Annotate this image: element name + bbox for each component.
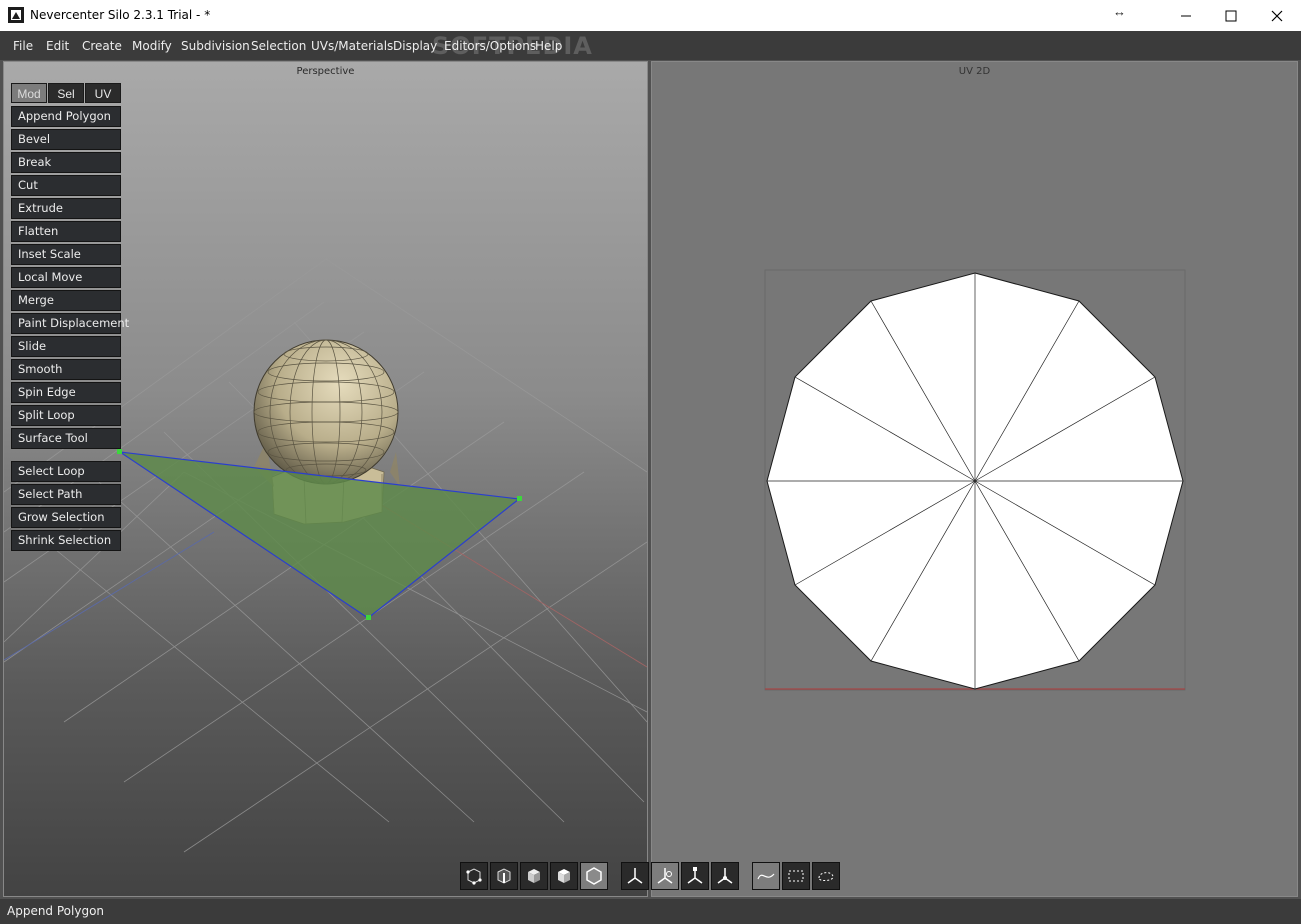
uv-polygon[interactable] xyxy=(766,272,1184,690)
rotate-manipulator-button[interactable] xyxy=(651,862,679,890)
menu-uvs-materials[interactable]: UVs/Materials xyxy=(311,39,393,53)
close-button[interactable] xyxy=(1254,0,1300,31)
tool-palette: Mod Sel UV Append Polygon Bevel Break Cu… xyxy=(11,83,129,553)
face-mode-button[interactable] xyxy=(520,862,548,890)
universal-manipulator-icon xyxy=(717,868,733,884)
lasso-select-button[interactable] xyxy=(812,862,840,890)
menu-edit[interactable]: Edit xyxy=(46,39,69,53)
auto-mode-button[interactable] xyxy=(580,862,608,890)
scale-manipulator-button[interactable] xyxy=(681,862,709,890)
menu-file[interactable]: File xyxy=(13,39,33,53)
app-logo-icon xyxy=(8,7,24,23)
vertex-mode-button[interactable] xyxy=(460,862,488,890)
rect-select-icon xyxy=(788,870,804,882)
watermark: SOFTPEDIA xyxy=(432,32,593,60)
menu-bar: File Edit Create Modify Subdivision Sele… xyxy=(0,31,1301,60)
maximize-button[interactable] xyxy=(1208,0,1254,31)
tool-paint-displacement[interactable]: Paint Displacement xyxy=(11,313,129,334)
rotate-manipulator-icon xyxy=(657,868,673,884)
tool-slide[interactable]: Slide xyxy=(11,336,121,357)
tab-sel[interactable]: Sel xyxy=(48,83,84,103)
tool-select-loop[interactable]: Select Loop xyxy=(11,461,121,482)
sphere-mesh xyxy=(253,339,399,485)
object-mode-icon xyxy=(558,869,570,883)
window-title: Nevercenter Silo 2.3.1 Trial - * xyxy=(30,8,211,22)
move-manipulator-button[interactable] xyxy=(621,862,649,890)
tool-merge[interactable]: Merge xyxy=(11,290,121,311)
perspective-viewport[interactable]: Perspective Mod Sel UV Append Polygon Be… xyxy=(3,61,648,897)
uv-canvas xyxy=(764,269,1186,691)
tool-append-polygon[interactable]: Append Polygon xyxy=(11,106,121,127)
tab-mod[interactable]: Mod xyxy=(11,83,47,103)
tool-smooth[interactable]: Smooth xyxy=(11,359,121,380)
palette-separator xyxy=(11,451,121,461)
lasso-select-icon xyxy=(818,872,834,881)
uv-viewport[interactable]: UV 2D xyxy=(651,61,1298,897)
universal-manipulator-button[interactable] xyxy=(711,862,739,890)
edge-mode-button[interactable] xyxy=(490,862,518,890)
tool-cut[interactable]: Cut xyxy=(11,175,121,196)
menu-subdivision[interactable]: Subdivision xyxy=(181,39,250,53)
title-bar: Nevercenter Silo 2.3.1 Trial - * ↔ xyxy=(0,0,1301,32)
tool-spin-edge[interactable]: Spin Edge xyxy=(11,382,121,403)
object-mode-button[interactable] xyxy=(550,862,578,890)
polygon-vertex-handle[interactable] xyxy=(517,496,522,501)
vertex-mode-icon xyxy=(466,868,482,885)
scale-manipulator-icon xyxy=(687,867,703,884)
tool-local-move[interactable]: Local Move xyxy=(11,267,121,288)
paint-select-button[interactable] xyxy=(752,862,780,890)
auto-mode-icon xyxy=(586,867,602,885)
move-manipulator-icon xyxy=(627,868,643,884)
menu-modify[interactable]: Modify xyxy=(132,39,172,53)
rect-select-button[interactable] xyxy=(782,862,810,890)
tool-bevel[interactable]: Bevel xyxy=(11,129,121,150)
menu-display[interactable]: Display xyxy=(393,39,437,53)
minimize-icon xyxy=(1181,15,1191,16)
minimize-button[interactable] xyxy=(1163,0,1209,31)
tool-break[interactable]: Break xyxy=(11,152,121,173)
tool-grow-selection[interactable]: Grow Selection xyxy=(11,507,121,528)
tool-inset-scale[interactable]: Inset Scale xyxy=(11,244,121,265)
tool-shrink-selection[interactable]: Shrink Selection xyxy=(11,530,121,551)
tool-select-path[interactable]: Select Path xyxy=(11,484,121,505)
menu-create[interactable]: Create xyxy=(82,39,122,53)
close-icon xyxy=(1271,10,1283,21)
tool-extrude[interactable]: Extrude xyxy=(11,198,121,219)
tool-split-loop[interactable]: Split Loop xyxy=(11,405,121,426)
tool-surface-tool[interactable]: Surface Tool xyxy=(11,428,121,449)
menu-selection[interactable]: Selection xyxy=(251,39,306,53)
edge-mode-icon xyxy=(497,868,511,884)
paint-select-icon xyxy=(757,873,775,880)
tool-flatten[interactable]: Flatten xyxy=(11,221,121,242)
tab-uv[interactable]: UV xyxy=(85,83,121,103)
status-bar: Append Polygon xyxy=(0,899,1301,924)
palette-mode-tabs: Mod Sel UV xyxy=(11,83,121,105)
maximize-icon xyxy=(1225,10,1237,21)
face-mode-icon xyxy=(528,869,540,883)
polygon-vertex-handle[interactable] xyxy=(366,615,371,620)
status-text: Append Polygon xyxy=(7,904,105,918)
resize-icon: ↔ xyxy=(1113,4,1126,19)
